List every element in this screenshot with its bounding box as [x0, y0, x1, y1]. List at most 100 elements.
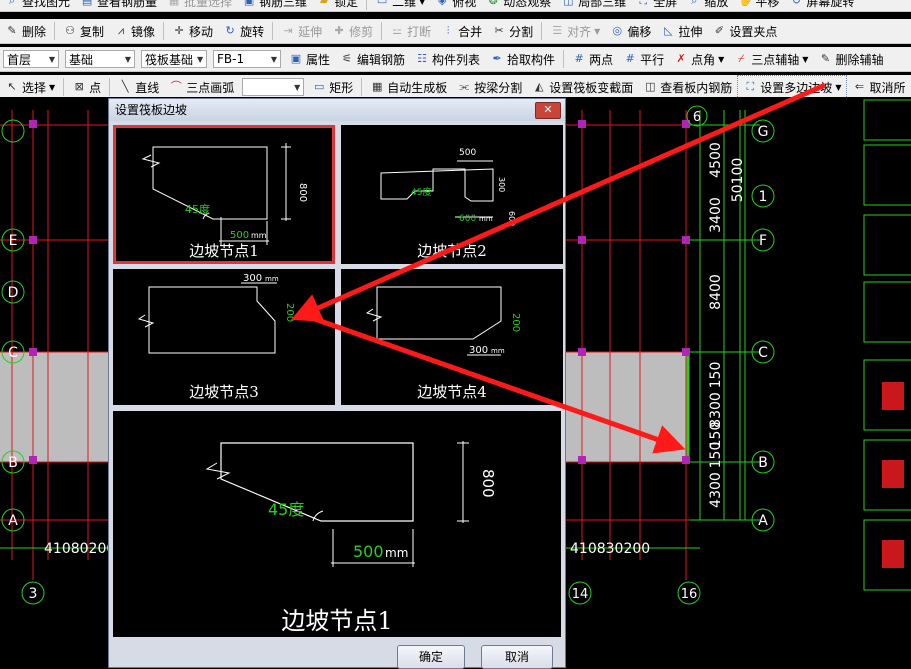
- rectangle-button[interactable]: ▭ 矩形: [307, 76, 358, 98]
- point-angle-button[interactable]: ✗ 点角 ▼: [669, 48, 729, 70]
- rectangle-icon: ▭: [314, 80, 325, 93]
- slope-node-preview: 45度 800 500 mm 边坡节点1: [113, 411, 561, 637]
- fullscreen-button[interactable]: ⛶ 全屏: [631, 0, 682, 11]
- slope-node-3-label: 边坡节点3: [189, 383, 259, 401]
- partial-3d-button[interactable]: ◫ 局部三维: [556, 0, 631, 11]
- mirror-button[interactable]: ⩘ 镜像: [109, 20, 160, 42]
- move-icon: ✛: [174, 24, 184, 37]
- node2-dim-d: 600: [507, 211, 516, 226]
- chevron-down-icon: ▼: [270, 54, 277, 64]
- extend-button[interactable]: ⇥ 延伸: [276, 20, 327, 42]
- move-button[interactable]: ✛ 移动: [167, 20, 218, 42]
- zoom-button[interactable]: ⌕ 缩放: [682, 0, 733, 11]
- batch-select-icon: ▦: [168, 0, 180, 7]
- break-button[interactable]: ⚍ 打断: [385, 20, 436, 42]
- line-button[interactable]: ╲ 直线: [113, 76, 164, 98]
- slope-node-2-option[interactable]: 500 300 45度 600 600 mm 边坡节点2: [341, 125, 563, 264]
- trim-button[interactable]: ✚ 修剪: [327, 20, 378, 42]
- screen-rotate-icon: ↻: [791, 0, 801, 7]
- two-point-button[interactable]: # 两点: [567, 48, 618, 70]
- type-select[interactable]: 筏板基础 ▼: [141, 50, 207, 68]
- floor-select[interactable]: 首层 ▼: [3, 50, 59, 68]
- node1-angle: 45度: [185, 202, 210, 216]
- ok-button[interactable]: 确定: [397, 645, 465, 669]
- properties-button[interactable]: ▣ 属性: [284, 48, 335, 70]
- toolbar-separator: [563, 50, 565, 68]
- copy-button[interactable]: ⚇ 复制: [58, 20, 109, 42]
- point-button[interactable]: ⊠ 点: [67, 76, 106, 98]
- split-by-beam-button[interactable]: ⫘ 按梁分割: [452, 76, 527, 98]
- parallel-button[interactable]: # 平行: [618, 48, 669, 70]
- axis-col-14: 14: [572, 587, 589, 602]
- align-button[interactable]: ☰ 对齐 ▼: [545, 20, 605, 42]
- orbit-button[interactable]: ❂ 动态观察: [481, 0, 556, 11]
- pan-button[interactable]: ✋ 平移: [733, 0, 784, 11]
- auto-slab-button[interactable]: ▦ 自动生成板: [365, 76, 452, 98]
- offset-button[interactable]: ◎ 偏移: [605, 20, 656, 42]
- slope-node-3-option[interactable]: 300 mm 200 边坡节点3: [113, 269, 335, 405]
- stretch-button[interactable]: ◺ 拉伸: [656, 20, 707, 42]
- select-button[interactable]: ↖ 选择 ▼: [0, 76, 60, 98]
- toolbar-separator: [163, 22, 165, 40]
- pick-component-button[interactable]: ✒ 拾取构件: [485, 48, 560, 70]
- partial-3d-icon: ◫: [563, 0, 574, 7]
- multi-edge-slope-button[interactable]: ⛶ 设置多边边坡 ▼: [737, 75, 848, 99]
- set-grip-icon: ✐: [714, 24, 724, 37]
- toolbar-separator: [381, 22, 383, 40]
- axis-col-3: 3: [29, 586, 38, 602]
- edit-rebar-button[interactable]: ⚟ 编辑钢筋: [335, 48, 410, 70]
- slope-node-1-option[interactable]: 45度 800 500 mm 边坡节点1: [113, 125, 335, 264]
- dialog-titlebar: 设置筏板边坡 ✕: [109, 99, 565, 121]
- delete-button[interactable]: ✎ 删除: [0, 20, 51, 42]
- properties-icon: ▣: [290, 52, 302, 65]
- zoom-icon: ⌕: [691, 0, 698, 7]
- split-icon: ✂: [494, 24, 504, 37]
- slope-node-4-option[interactable]: 300 mm 200 边坡节点4: [341, 269, 563, 405]
- toolbar-edit: ✎ 删除 ⚇ 复制 ⩘ 镜像 ✛ 移动 ↻ 旋转 ⇥ 延伸 ✚ 修剪 ⚍ 打断 ⫶ 合并 ✂ 分割 …: [0, 19, 911, 44]
- rebar-quantity-button[interactable]: ▤ 查看钢筋量: [75, 0, 162, 11]
- cancel-button[interactable]: 取消: [481, 645, 553, 669]
- rebar-3d-button[interactable]: ▣ 钢筋三维: [237, 0, 312, 11]
- variable-section-button[interactable]: ◭ 设置筏板变截面: [527, 76, 638, 98]
- component-list-button[interactable]: ☷ 构件列表: [410, 48, 485, 70]
- view-slab-rebar-icon: ◫: [645, 80, 656, 93]
- delete-axis-button[interactable]: ✎ 删除辅轴: [813, 48, 888, 70]
- merge-button[interactable]: ⫶ 合并: [436, 20, 487, 42]
- view-2d-button[interactable]: ▭ 二维 ▼: [370, 0, 430, 11]
- edit-rebar-icon: ⚟: [342, 52, 352, 65]
- node4-unit: mm: [491, 347, 505, 355]
- category-select[interactable]: 基础 ▼: [65, 50, 135, 68]
- axis-label-c-left: C: [8, 345, 18, 361]
- axis-label-e-left: E: [9, 233, 18, 249]
- dim-total: 50100: [730, 158, 746, 203]
- rotate-button[interactable]: ↻ 旋转: [218, 20, 269, 42]
- node4-dim-b: 300: [469, 345, 488, 356]
- batch-select-button[interactable]: ▦ 批量选择: [162, 0, 237, 11]
- split-button[interactable]: ✂ 分割: [487, 20, 538, 42]
- dim-bottom-right: 410830200: [570, 541, 650, 557]
- view-slab-rebar-button[interactable]: ◫ 查看板内钢筋: [638, 76, 737, 98]
- three-point-axis-button[interactable]: ⌿ 三点辅轴 ▼: [729, 48, 813, 70]
- set-grip-button[interactable]: ✐ 设置夹点: [707, 20, 782, 42]
- select-icon: ↖: [7, 80, 17, 93]
- node2-dim-c: 45度: [411, 186, 431, 198]
- toolbar-separator: [361, 78, 363, 96]
- node3-dim-b: 200: [284, 303, 295, 322]
- node3-dim-a: 300: [243, 273, 262, 284]
- lock-button[interactable]: ▰ 锁定: [312, 0, 363, 11]
- axis-col-16: 16: [681, 587, 698, 602]
- element-select[interactable]: FB-1 ▼: [213, 50, 281, 68]
- arc-mode-select[interactable]: ▼: [242, 78, 305, 96]
- find-button[interactable]: ⌕ 查找图元: [0, 0, 75, 11]
- axis-label-c-right: C: [758, 345, 768, 361]
- chevron-down-icon: ▼: [124, 54, 131, 64]
- screen-rotate-button[interactable]: ↻ 屏幕旋转: [784, 0, 859, 11]
- three-point-arc-button[interactable]: ⌒ 三点画弧: [164, 76, 239, 98]
- preview-height: 800: [479, 469, 497, 498]
- slope-setting-dialog: 设置筏板边坡 ✕ 45度 800 500 mm 边坡节点1 500 300 45…: [108, 98, 566, 669]
- close-button[interactable]: ✕: [535, 102, 561, 119]
- close-icon: ✕: [543, 103, 553, 116]
- top-view-button[interactable]: ◈ 俯视: [430, 0, 481, 11]
- three-point-arc-icon: ⌒: [170, 80, 182, 93]
- cancel-slope-button[interactable]: ⇐ 取消所: [847, 76, 910, 98]
